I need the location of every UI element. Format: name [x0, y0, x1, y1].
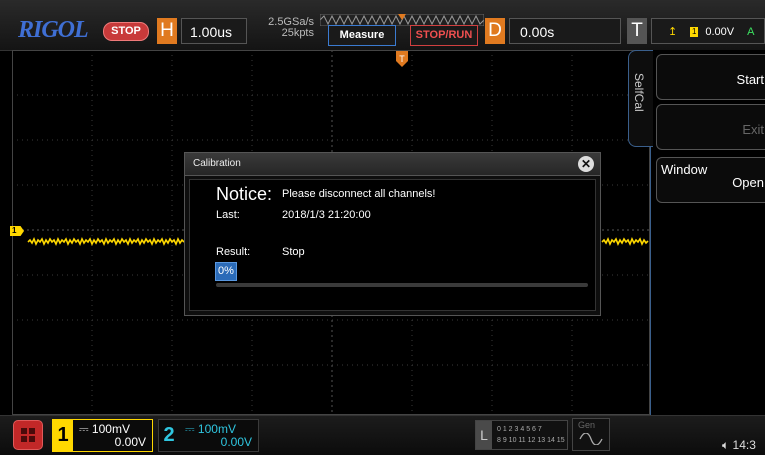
measure-button[interactable]: Measure	[328, 25, 396, 46]
trigger-level: 0.00V	[705, 26, 735, 38]
notice-label: Notice:	[216, 184, 273, 204]
ch2-scale-value: 100mV	[197, 422, 236, 436]
progress-bar	[216, 283, 588, 287]
last-value: 2018/1/3 21:20:00	[282, 209, 371, 221]
result-label: Result:	[216, 246, 251, 258]
side-menu-tab[interactable]: SelfCal	[628, 50, 653, 147]
la-bits-row1: 0 1 2 3 4 5 6 7	[497, 426, 542, 433]
ch1-number: 1	[53, 420, 73, 451]
delay-label[interactable]: D	[485, 18, 505, 44]
last-label: Last:	[216, 209, 240, 221]
menu-window-label: Open	[732, 175, 764, 190]
la-bits-row2: 8 9 10 11 12 13 14 15	[497, 437, 565, 444]
trigger-mode: A	[747, 26, 755, 38]
logic-analyzer-settings[interactable]: L 0 1 2 3 4 5 6 7 8 9 10 11 12 13 14 15	[475, 420, 568, 450]
dialog-title-bar[interactable]: Calibration ✕	[185, 153, 600, 176]
menu-grid-icon[interactable]	[13, 420, 43, 450]
trigger-channel: 1	[690, 27, 699, 38]
la-channels: 0 1 2 3 4 5 6 7 8 9 10 11 12 13 14 15	[497, 424, 565, 446]
gen-label: Gen	[578, 420, 596, 430]
progress-percent: 0%	[215, 262, 237, 281]
trigger-marker-label: T	[399, 54, 405, 64]
dc-coupling-icon: ⎓	[79, 422, 92, 436]
horizontal-label[interactable]: H	[157, 18, 177, 44]
notice-message: Please disconnect all channels!	[282, 188, 436, 200]
sine-wave-icon	[579, 433, 603, 445]
close-icon[interactable]: ✕	[578, 156, 594, 172]
ch1-settings[interactable]: 1 ⎓ 100mV 0.00V	[52, 419, 153, 452]
trigger-position-marker[interactable]: T	[396, 51, 408, 69]
dialog-title: Calibration	[193, 158, 241, 169]
trigger-label[interactable]: T	[627, 18, 647, 44]
delay-value[interactable]: 0.00s	[509, 18, 621, 44]
rising-edge-icon: ↥	[668, 26, 678, 38]
timebase-value[interactable]: 1.00us	[181, 18, 247, 44]
menu-exit-button[interactable]: Exit	[656, 104, 765, 150]
ch2-number: 2	[159, 420, 179, 451]
run-state-badge[interactable]: STOP	[103, 22, 149, 41]
ch2-offset: 0.00V	[220, 435, 252, 449]
result-value: Stop	[282, 246, 305, 258]
acquisition-info: 2.5GSa/s 25kpts	[252, 17, 314, 39]
rigol-logo: RIGOL	[18, 17, 89, 43]
memory-depth: 25kpts	[281, 27, 314, 39]
dc-coupling-icon: ⎓	[185, 422, 198, 436]
menu-exit-label: Exit	[742, 122, 764, 137]
ch2-settings[interactable]: 2 ⎓ 100mV 0.00V	[158, 419, 259, 452]
calibration-dialog: Calibration ✕	[184, 152, 601, 316]
trigger-settings[interactable]: ↥ 1 0.00V A	[651, 18, 765, 44]
ch1-scale-value: 100mV	[91, 422, 130, 436]
stop-run-button[interactable]: STOP/RUN	[410, 25, 478, 46]
menu-window-title: Window	[661, 162, 708, 177]
side-menu-title: SelfCal	[632, 73, 646, 112]
menu-start-label: Start	[736, 72, 764, 87]
generator-settings[interactable]: Gen	[572, 418, 610, 451]
la-label: L	[476, 421, 492, 449]
speaker-icon[interactable]: 🔈︎	[722, 438, 729, 452]
menu-start-button[interactable]: Start	[656, 54, 765, 100]
menu-window-button[interactable]: Window Open	[656, 157, 765, 203]
ch1-offset: 0.00V	[114, 435, 146, 449]
clock-display: 🔈︎ 14:3	[722, 438, 756, 453]
clock-time: 14:3	[732, 438, 756, 452]
